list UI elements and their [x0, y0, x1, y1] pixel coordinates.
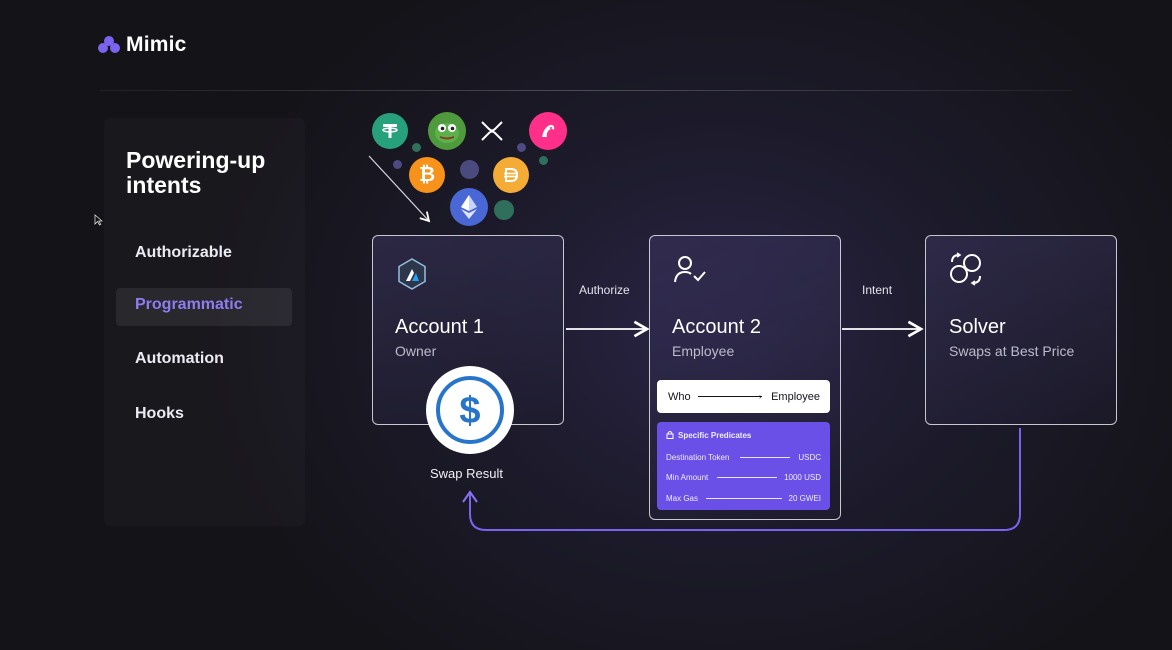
- swap-result-label: Swap Result: [430, 466, 503, 481]
- predicates-title: Specific Predicates: [678, 431, 752, 440]
- svg-text:$: $: [459, 390, 480, 432]
- predicate-row: Destination Token USDC: [666, 453, 821, 463]
- solver-title: Solver: [949, 316, 1006, 338]
- predicate-arrow: [740, 457, 790, 458]
- intent-label: Intent: [862, 283, 893, 297]
- user-check-icon: [673, 254, 707, 289]
- predicates-box: Specific Predicates Destination Token US…: [657, 422, 830, 510]
- usdc-icon: $: [426, 366, 514, 454]
- predicate-arrow: [717, 477, 777, 478]
- account1-title: Account 1: [395, 316, 484, 338]
- swap-coins-icon: [948, 252, 984, 291]
- predicate-value: USDC: [798, 453, 821, 462]
- authorize-label: Authorize: [579, 283, 630, 297]
- who-arrow: [698, 396, 762, 397]
- predicate-value: 20 GWEI: [788, 494, 821, 503]
- who-box: Who › Employee: [657, 380, 830, 413]
- predicate-key: Min Amount: [666, 473, 709, 482]
- predicate-key: Max Gas: [666, 494, 699, 503]
- account1-subtitle: Owner: [395, 343, 437, 359]
- predicate-arrow: [706, 498, 782, 499]
- arbitrum-icon: [395, 257, 429, 296]
- who-key: Who: [668, 391, 691, 403]
- predicate-row: Min Amount 1000 USD: [666, 473, 821, 483]
- account2-subtitle: Employee: [672, 343, 735, 359]
- arrow-right-icon: ›: [759, 392, 762, 401]
- account2-title: Account 2: [672, 316, 761, 338]
- predicate-value: 1000 USD: [784, 473, 821, 482]
- who-value: Employee: [771, 391, 820, 403]
- predicate-row: Max Gas 20 GWEI: [666, 494, 821, 504]
- lock-icon: [666, 430, 674, 441]
- solver-subtitle: Swaps at Best Price: [949, 343, 1075, 359]
- predicate-key: Destination Token: [666, 453, 730, 462]
